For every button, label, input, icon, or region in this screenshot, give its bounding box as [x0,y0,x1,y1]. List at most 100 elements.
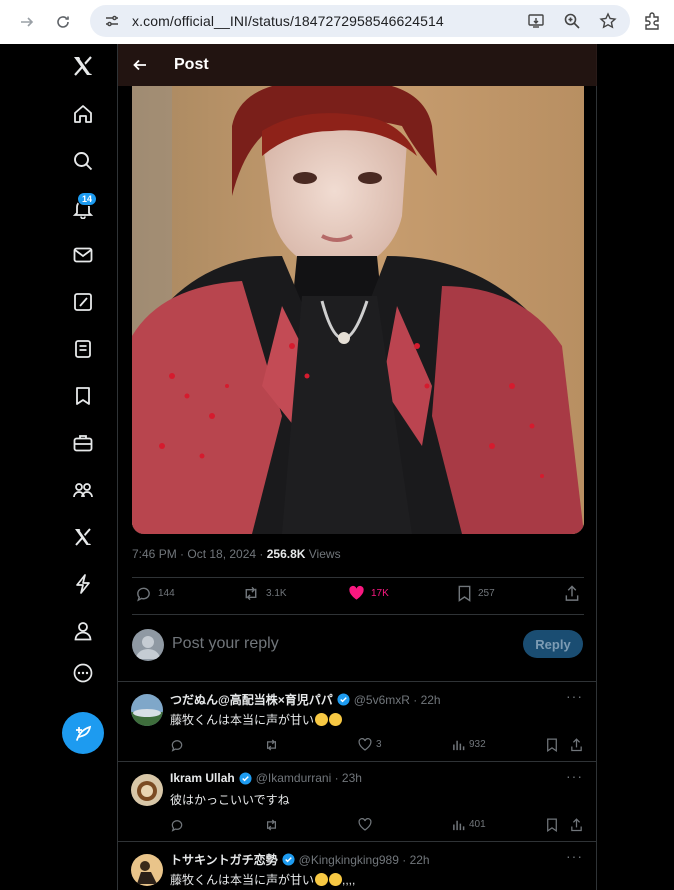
reply-icon [171,740,183,752]
communities-icon[interactable] [60,470,106,510]
reply-actions: 401 [170,818,584,834]
emoji-icon [329,873,343,886]
emoji-icon [315,713,329,726]
share-icon [565,585,579,601]
views-icon [453,740,465,751]
post-image[interactable] [132,86,584,534]
reply-text: 彼はかっこいいですね [170,793,290,807]
like-action[interactable]: 3 [358,738,382,751]
reply-icon [137,587,150,602]
verified-orgs-lightning-icon[interactable] [60,564,106,604]
reply-text: 藤牧くんは本当に声が甘い,,,, [170,871,355,888]
post-header: Post [118,44,597,86]
verified-badge-icon [337,693,350,706]
handle-time[interactable]: @5v6mxR · 22h [354,693,441,707]
reply-button[interactable]: Reply [523,630,583,658]
messages-envelope-icon[interactable] [60,235,106,275]
repost-icon [245,586,257,601]
reply-tweet[interactable]: トサキントガチ恋勢 @Kingkingking989 · 22h ··· 藤牧く… [118,841,597,890]
display-name[interactable]: トサキントガチ恋勢 [170,851,278,868]
own-avatar [132,629,164,661]
bookmark-action[interactable]: 257 [457,585,495,602]
repost-action[interactable]: 3.1K [242,585,287,602]
post-views-label: Views [305,547,341,561]
like-action[interactable] [358,818,372,831]
bookmark-star-icon[interactable] [596,9,620,33]
more-icon[interactable]: ··· [566,768,583,784]
share-action[interactable] [570,818,583,832]
views-action[interactable]: 401 [452,818,486,831]
emoji-icon [329,713,343,726]
post-timestamp[interactable]: 7:46 PM · Oct 18, 2024 · [132,547,267,561]
post-views-count: 256.8K [266,547,306,561]
reply-input[interactable]: Post your reply [172,635,279,653]
views-count: 932 [469,739,486,750]
forward-icon[interactable] [12,7,42,37]
share-action[interactable] [570,738,583,752]
reload-icon[interactable] [48,7,78,37]
reply-header: つだぬん@高配当株×育児パパ @5v6mxR · 22h [170,691,441,708]
like-action[interactable]: 17K [348,585,389,601]
bookmark-action[interactable] [546,738,558,752]
repost-action[interactable] [264,738,279,752]
display-name[interactable]: つだぬん@高配当株×育児パパ [170,691,333,708]
emoji-icon [315,873,329,886]
post-meta: 7:46 PM · Oct 18, 2024 · 256.8K Views [132,547,341,561]
compose-post-button[interactable] [62,712,104,754]
premium-x-icon[interactable] [60,517,106,557]
url-text[interactable]: x.com/official__INI/status/1847272958546… [132,13,444,29]
more-icon[interactable]: ··· [566,848,583,864]
repost-count: 3.1K [266,588,287,599]
bookmark-action[interactable] [546,818,558,832]
heart-icon [358,738,372,751]
notifications-bell-icon[interactable]: 14 [60,188,106,228]
page-title: Post [174,56,209,73]
bookmarks-icon[interactable] [60,376,106,416]
home-icon[interactable] [60,94,106,134]
zoom-icon[interactable] [560,9,584,33]
reply-tweet[interactable]: Ikram Ullah @Ikamdurrani · 23h ··· 彼はかっこ… [118,761,597,841]
install-app-icon[interactable] [524,9,548,33]
back-arrow-icon[interactable] [130,55,150,75]
views-action[interactable]: 932 [452,738,486,751]
profile-icon[interactable] [60,611,106,651]
feather-icon [76,725,92,741]
avatar[interactable] [131,694,163,726]
main-column: Post 7:46 PM · Oct 18, 2024 · 256.8K Vie… [117,44,597,890]
address-bar[interactable]: x.com/official__INI/status/1847272958546… [90,5,630,37]
reply-action[interactable] [170,738,184,752]
share-action[interactable] [564,585,580,602]
site-info-icon[interactable] [102,11,122,31]
verified-badge-icon [239,771,252,785]
bookmark-count: 257 [478,588,495,599]
handle-time[interactable]: @Kingkingking989 · 22h [299,853,430,867]
bookmark-icon [547,818,557,832]
reply-tweet[interactable]: つだぬん@高配当株×育児パパ @5v6mxR · 22h ··· 藤牧くんは本当… [118,681,597,761]
lists-icon[interactable] [60,329,106,369]
repost-icon [266,739,277,751]
grok-icon[interactable] [60,282,106,322]
reply-composer: Post your reply Reply [118,619,597,683]
post-actions: 144 3.1K 17K 257 [132,585,584,607]
reply-text-content: 藤牧くんは本当に声が甘い [170,873,315,887]
jobs-briefcase-icon[interactable] [60,423,106,463]
reply-text: 藤牧くんは本当に声が甘い [170,711,343,728]
more-icon[interactable]: ··· [566,688,583,704]
heart-icon [349,585,364,600]
explore-search-icon[interactable] [60,141,106,181]
avatar[interactable] [131,774,163,806]
avatar[interactable] [131,854,163,886]
display-name[interactable]: Ikram Ullah [170,771,235,785]
reply-text-suffix: ,,,, [342,873,356,887]
reply-action[interactable] [170,818,184,832]
x-logo-icon[interactable] [60,46,106,86]
handle-time[interactable]: @Ikamdurrani · 23h [256,771,362,785]
bookmark-icon [547,738,557,752]
repost-action[interactable] [264,818,279,832]
more-options-icon[interactable] [60,653,106,693]
reply-action[interactable]: 144 [135,585,175,602]
divider [132,614,584,615]
verified-badge-icon [282,853,295,866]
views-count: 401 [469,819,486,830]
extensions-icon[interactable] [640,9,664,33]
